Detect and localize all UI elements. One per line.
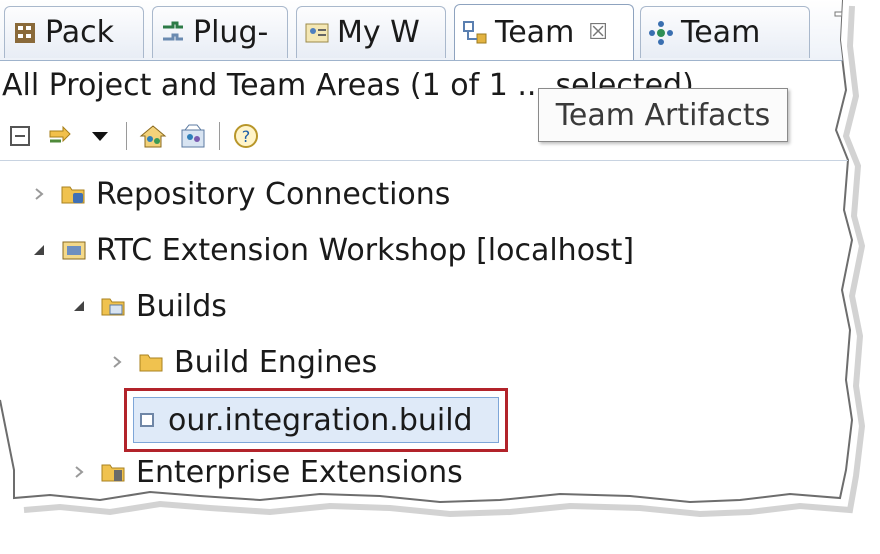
tab-label: Pack bbox=[45, 15, 114, 50]
tab-label: Team bbox=[681, 15, 761, 50]
view-menu-dropdown-button[interactable] bbox=[84, 120, 116, 152]
build-definition-icon bbox=[140, 413, 154, 427]
collapse-triangle-icon[interactable] bbox=[68, 295, 90, 317]
tab-my-work[interactable]: My W bbox=[296, 6, 446, 58]
tree-item-label: Enterprise Extensions bbox=[136, 454, 463, 490]
manage-team-area-icon bbox=[181, 124, 205, 148]
project-area-icon bbox=[62, 241, 86, 260]
tree-item-label: our.integration.build bbox=[168, 402, 473, 438]
tree-item-project-area[interactable]: RTC Extension Workshop [localhost] bbox=[28, 226, 634, 274]
collapse-all-icon bbox=[10, 126, 30, 146]
folder-icon bbox=[139, 354, 163, 372]
manage-project-area-button[interactable] bbox=[137, 120, 169, 152]
divider bbox=[0, 160, 852, 161]
view-toolbar: ? bbox=[4, 118, 270, 154]
tab-package-explorer[interactable]: Pack bbox=[4, 6, 144, 58]
tab-label: Plug- bbox=[193, 15, 269, 50]
svg-text:?: ? bbox=[242, 127, 251, 146]
collapse-triangle-icon[interactable] bbox=[28, 239, 50, 261]
tree-item-label: Build Engines bbox=[174, 344, 378, 380]
team-artifacts-icon bbox=[463, 20, 487, 43]
collapse-all-button[interactable] bbox=[4, 120, 36, 152]
close-tab-icon[interactable]: ☒ bbox=[588, 20, 608, 45]
view-tab-bar: Pack Plug- My W Team ☒ Team bbox=[0, 0, 852, 61]
tab-label: My W bbox=[337, 15, 420, 50]
toolbar-separator bbox=[126, 122, 127, 150]
tree-item-repository-connections[interactable]: Repository Connections bbox=[28, 170, 450, 218]
repository-connections-icon bbox=[61, 186, 85, 204]
enterprise-extensions-icon bbox=[101, 464, 125, 482]
help-button[interactable]: ? bbox=[230, 120, 262, 152]
my-work-icon bbox=[305, 23, 329, 42]
package-explorer-icon bbox=[15, 22, 35, 43]
link-with-editor-button[interactable] bbox=[44, 120, 76, 152]
help-icon: ? bbox=[234, 124, 258, 148]
team-organization-icon bbox=[649, 20, 673, 45]
tree-item-build-definition[interactable]: our.integration.build bbox=[138, 396, 473, 444]
tree-item-enterprise-extensions[interactable]: Enterprise Extensions bbox=[68, 448, 463, 496]
tree-item-label: Builds bbox=[136, 288, 227, 324]
tooltip: Team Artifacts bbox=[538, 88, 788, 142]
expand-chevron-icon[interactable] bbox=[28, 183, 50, 205]
manage-team-area-button[interactable] bbox=[177, 120, 209, 152]
builds-folder-icon bbox=[101, 298, 125, 316]
tree-item-label: RTC Extension Workshop [localhost] bbox=[96, 232, 635, 268]
expand-chevron-icon[interactable] bbox=[106, 351, 128, 373]
tab-label: Team bbox=[495, 15, 575, 50]
tab-team-organization[interactable]: Team bbox=[640, 6, 810, 58]
manage-project-area-icon bbox=[139, 125, 167, 148]
tab-plugins[interactable]: Plug- bbox=[152, 6, 288, 58]
view-menu-dropdown-icon bbox=[92, 132, 108, 141]
expand-chevron-icon[interactable] bbox=[68, 461, 90, 483]
toolbar-separator bbox=[219, 122, 220, 150]
link-with-editor-icon bbox=[49, 125, 71, 143]
team-artifacts-view: Pack Plug- My W Team ☒ Team All Project … bbox=[0, 0, 852, 502]
tree-item-label: Repository Connections bbox=[96, 176, 451, 212]
plugins-icon bbox=[163, 21, 183, 40]
tab-team-artifacts[interactable]: Team ☒ bbox=[454, 4, 634, 60]
tree-item-build-engines[interactable]: Build Engines bbox=[106, 338, 377, 386]
tree-item-builds[interactable]: Builds bbox=[68, 282, 227, 330]
